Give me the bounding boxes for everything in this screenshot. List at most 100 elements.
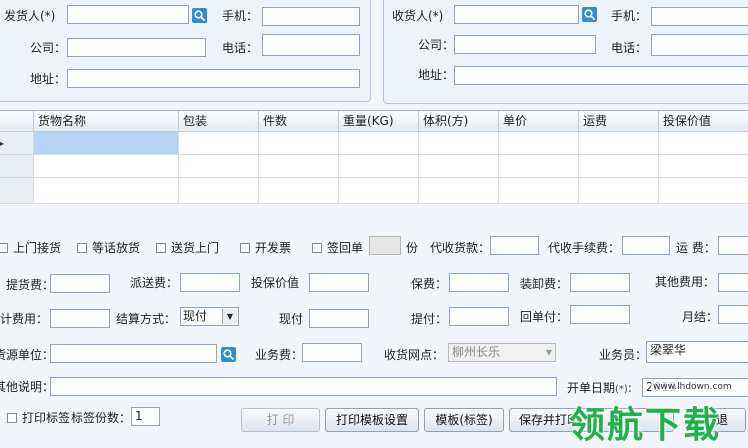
table-cell[interactable] — [339, 155, 419, 178]
col-header-count[interactable]: 件数 — [259, 111, 339, 132]
receiver-phone-input[interactable] — [651, 34, 748, 56]
table-cell[interactable] — [579, 155, 659, 178]
table-cell[interactable] — [34, 155, 179, 178]
row-header[interactable]: ▶ — [0, 132, 34, 155]
table-cell[interactable] — [179, 132, 259, 155]
sign-return-count-input[interactable] — [369, 236, 401, 255]
receiver-address-input[interactable] — [454, 66, 748, 85]
handling-fee-label: 装卸费： — [520, 277, 569, 291]
other-notes-input[interactable] — [50, 377, 557, 396]
col-header-insured[interactable]: 投保价值 — [659, 111, 748, 132]
search-icon[interactable] — [582, 7, 597, 22]
row-header[interactable] — [0, 155, 34, 178]
save-button[interactable] — [594, 408, 674, 432]
source-unit-text: 货源单位 — [0, 348, 43, 362]
dropdown-arrow-icon[interactable]: ▼ — [222, 309, 237, 324]
handling-fee-input[interactable] — [570, 273, 630, 292]
receive-point-select[interactable]: 柳州长乐 ▼ — [448, 343, 556, 362]
table-cell[interactable] — [259, 132, 339, 155]
col-header-freight[interactable]: 运费 — [579, 111, 659, 132]
row-header-corner — [0, 111, 34, 132]
shipper-name-input[interactable] — [67, 5, 189, 24]
insured-value-label: 投保价值 — [251, 276, 300, 290]
salesman-input[interactable]: 梁翠华 — [646, 341, 748, 363]
dispatch-fee-text: 派送费 — [130, 276, 167, 290]
shipper-company-input[interactable] — [67, 38, 206, 57]
table-cell-selected[interactable] — [34, 132, 179, 155]
cod-input[interactable] — [490, 236, 539, 255]
table-cell[interactable] — [419, 155, 499, 178]
receiver-name-input[interactable] — [454, 5, 579, 24]
table-cell[interactable] — [659, 155, 748, 178]
shipper-address-label: 地址： — [30, 72, 67, 86]
pickup-fee-text: 提货费 — [6, 278, 43, 292]
col-header-package[interactable]: 包装 — [179, 111, 259, 132]
receiver-mobile-input[interactable] — [651, 7, 748, 26]
insurance-input[interactable] — [449, 273, 509, 292]
pickup-pay-text: 提付 — [411, 312, 436, 326]
template-label-button[interactable]: 模板(标签) — [424, 408, 504, 432]
date-text: 开单日期 — [567, 381, 616, 395]
table-cell[interactable] — [339, 178, 419, 204]
print-label-checkbox[interactable] — [7, 413, 17, 423]
settle-method-select[interactable]: 现付 ▼ — [180, 307, 239, 326]
dispatch-fee-input[interactable] — [180, 273, 240, 292]
table-cell[interactable] — [499, 178, 579, 204]
search-icon[interactable] — [221, 347, 236, 362]
business-fee-input[interactable] — [302, 343, 362, 362]
source-unit-input[interactable] — [50, 344, 217, 363]
shipper-mobile-input[interactable] — [262, 7, 360, 26]
search-icon[interactable] — [192, 8, 207, 23]
pickup-fee-input[interactable] — [50, 274, 110, 293]
table-cell[interactable] — [34, 178, 179, 204]
table-cell[interactable] — [179, 178, 259, 204]
receiver-company-input[interactable] — [454, 35, 596, 54]
settle-method-text: 结算方式 — [116, 312, 165, 326]
table-cell[interactable] — [339, 132, 419, 155]
table-cell[interactable] — [419, 132, 499, 155]
shipper-address-input[interactable] — [67, 69, 360, 88]
table-cell[interactable] — [579, 178, 659, 204]
print-button[interactable]: 打 印 — [241, 408, 320, 432]
freight-text: 运 费 — [676, 241, 704, 255]
invoice-checkbox[interactable] — [240, 243, 250, 253]
table-cell[interactable] — [499, 155, 579, 178]
table-cell[interactable] — [659, 132, 748, 155]
table-cell[interactable] — [419, 178, 499, 204]
table-cell[interactable] — [259, 178, 339, 204]
handling-fee-text: 装卸费 — [520, 277, 557, 291]
total-fee-input[interactable] — [50, 309, 110, 328]
col-header-volume[interactable]: 体积(方) — [419, 111, 499, 132]
col-header-weight[interactable]: 重量(KG) — [339, 111, 419, 132]
table-cell[interactable] — [179, 155, 259, 178]
cod-fee-text: 代收手续费 — [548, 241, 609, 255]
col-header-unit-price[interactable]: 单价 — [499, 111, 579, 132]
table-cell[interactable] — [659, 178, 748, 204]
save-print-button[interactable]: 保存并打印 — [509, 408, 589, 432]
table-cell[interactable] — [499, 132, 579, 155]
cash-pay-input[interactable] — [309, 309, 369, 328]
shipper-mobile-text: 手机 — [222, 9, 247, 23]
monthly-input[interactable] — [718, 305, 748, 324]
cod-fee-input[interactable] — [622, 236, 670, 255]
shipper-phone-input[interactable] — [262, 34, 360, 56]
label-count-input[interactable]: 1 — [131, 407, 160, 426]
table-cell[interactable] — [579, 132, 659, 155]
pickup-checkbox[interactable] — [0, 243, 8, 253]
date-value: 2019- — [646, 380, 681, 394]
return-pay-input[interactable] — [570, 305, 630, 324]
pickup-pay-input[interactable] — [449, 307, 509, 326]
dropdown-arrow-icon[interactable]: ▼ — [546, 345, 552, 360]
freight-input[interactable] — [718, 236, 748, 255]
date-input[interactable]: 2019- — [642, 378, 748, 397]
table-cell[interactable] — [259, 155, 339, 178]
insured-value-input[interactable] — [309, 273, 369, 292]
deliver-checkbox[interactable] — [156, 243, 166, 253]
sign-return-checkbox[interactable] — [312, 243, 322, 253]
other-fee-input[interactable] — [718, 273, 748, 292]
col-header-name[interactable]: 货物名称 — [34, 111, 179, 132]
print-template-button[interactable]: 打印模板设置 — [325, 408, 419, 432]
exit-button[interactable]: 退 — [698, 408, 746, 432]
wait-notice-checkbox[interactable] — [77, 243, 87, 253]
row-header[interactable] — [0, 178, 34, 204]
